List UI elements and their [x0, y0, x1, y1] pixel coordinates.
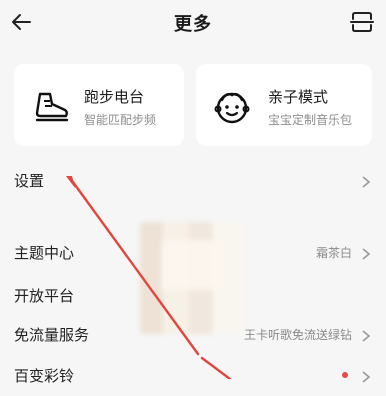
chevron-right-icon — [360, 174, 372, 188]
row-label: 开放平台 — [14, 287, 75, 305]
card-title: 亲子模式 — [268, 88, 329, 106]
row-label: 百变彩铃 — [14, 367, 75, 385]
baby-face-icon — [212, 86, 252, 126]
row-label: 主题中心 — [14, 244, 75, 262]
chevron-right-icon — [360, 369, 372, 383]
row-value: 霜茶白 — [315, 246, 352, 260]
card-title: 跑步电台 — [84, 88, 145, 106]
chevron-right-icon — [360, 328, 372, 342]
card-subtitle: 宝宝定制音乐包 — [268, 113, 353, 127]
running-shoe-icon — [32, 86, 72, 126]
chevron-right-icon — [360, 246, 372, 260]
row-value: 王卡听歌免流送绿钻 — [243, 328, 352, 342]
notification-dot — [342, 372, 348, 378]
top-bar: 更多 — [0, 0, 386, 44]
page-title: 更多 — [174, 14, 212, 35]
scan-icon[interactable] — [348, 8, 376, 36]
section-divider — [0, 210, 386, 220]
parent-child-mode-card[interactable]: 亲子模式 宝宝定制音乐包 — [196, 64, 372, 146]
running-radio-card[interactable]: 跑步电台 智能匹配步频 — [14, 64, 184, 146]
row-label: 免流量服务 — [14, 326, 90, 344]
settings-row[interactable]: 设置 — [0, 161, 386, 201]
card-subtitle: 智能匹配步频 — [84, 113, 157, 127]
ringtone-row[interactable]: 百变彩铃 — [0, 356, 386, 396]
pixelated-overlay-center — [162, 240, 224, 290]
row-label: 设置 — [14, 172, 45, 190]
